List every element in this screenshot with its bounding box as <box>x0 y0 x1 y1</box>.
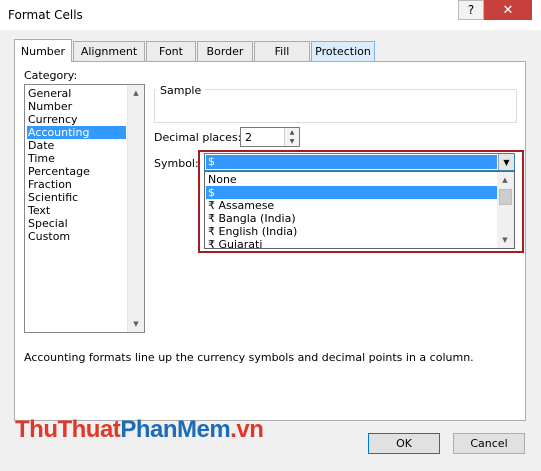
tab-border[interactable]: Border <box>197 41 253 61</box>
category-list[interactable]: General Number Currency Accounting Date … <box>24 84 145 333</box>
category-item-number[interactable]: Number <box>27 100 72 113</box>
scroll-up-icon[interactable]: ▲ <box>128 85 144 101</box>
tab-protection[interactable]: Protection <box>311 41 375 61</box>
tab-font[interactable]: Font <box>146 41 196 61</box>
decimal-places-input[interactable]: 2 ▲ ▼ <box>240 127 300 147</box>
symbol-option-bangla[interactable]: ₹ Bangla (India) <box>206 212 498 225</box>
symbol-label: Symbol: <box>154 157 199 170</box>
cancel-button[interactable]: Cancel <box>453 433 525 454</box>
ok-button[interactable]: OK <box>368 433 440 454</box>
format-description: Accounting formats line up the currency … <box>24 351 474 364</box>
symbol-combobox[interactable]: $ ▼ <box>204 153 515 171</box>
category-item-date[interactable]: Date <box>27 139 54 152</box>
number-panel: Category: General Number Currency Accoun… <box>14 61 526 421</box>
symbol-selected-value: $ <box>206 155 497 169</box>
dialog-body: Number Alignment Font Border Fill Protec… <box>0 30 541 471</box>
category-item-special[interactable]: Special <box>27 217 68 230</box>
spin-up-icon[interactable]: ▲ <box>285 128 299 137</box>
category-label: Category: <box>24 69 78 82</box>
tab-alignment[interactable]: Alignment <box>73 41 145 61</box>
symbol-option-dollar[interactable]: $ <box>206 186 498 199</box>
close-button[interactable]: ✕ <box>484 0 532 20</box>
category-item-accounting[interactable]: Accounting <box>27 126 126 139</box>
category-item-scientific[interactable]: Scientific <box>27 191 78 204</box>
category-item-custom[interactable]: Custom <box>27 230 70 243</box>
category-item-fraction[interactable]: Fraction <box>27 178 72 191</box>
category-item-time[interactable]: Time <box>27 152 55 165</box>
decimal-places-label: Decimal places: <box>154 131 242 144</box>
category-item-percentage[interactable]: Percentage <box>27 165 90 178</box>
scroll-down-icon[interactable]: ▼ <box>497 232 513 248</box>
tab-number[interactable]: Number <box>14 39 72 62</box>
tab-fill[interactable]: Fill <box>254 41 310 61</box>
decimal-spinner: ▲ ▼ <box>284 128 299 146</box>
symbol-option-english-india[interactable]: ₹ English (India) <box>206 225 498 238</box>
category-scrollbar[interactable]: ▲ ▼ <box>127 85 144 332</box>
sample-legend: Sample <box>156 84 206 97</box>
symbol-dropdown-list[interactable]: None $ ₹ Assamese ₹ Bangla (India) ₹ Eng… <box>204 171 515 249</box>
symbol-scrollbar[interactable]: ▲ ▼ <box>497 172 514 248</box>
symbol-option-none[interactable]: None <box>206 173 498 186</box>
help-button[interactable]: ? <box>458 0 484 20</box>
symbol-option-gujarati[interactable]: ₹ Gujarati <box>206 238 498 248</box>
scroll-thumb[interactable] <box>499 189 512 205</box>
window-title: Format Cells <box>8 8 83 22</box>
title-bar: Format Cells ? ✕ <box>0 0 541 30</box>
spin-down-icon[interactable]: ▼ <box>285 137 299 146</box>
sample-box <box>154 89 517 123</box>
scroll-up-icon[interactable]: ▲ <box>497 172 513 188</box>
symbol-option-assamese[interactable]: ₹ Assamese <box>206 199 498 212</box>
watermark-part-2: PhanMem <box>120 416 231 443</box>
category-item-currency[interactable]: Currency <box>27 113 78 126</box>
chevron-down-icon[interactable]: ▼ <box>498 154 514 170</box>
scroll-down-icon[interactable]: ▼ <box>128 316 144 332</box>
watermark-logo: ThuThuatPhanMem.vn <box>15 416 264 444</box>
category-item-general[interactable]: General <box>27 87 71 100</box>
category-item-text[interactable]: Text <box>27 204 50 217</box>
watermark-part-3: .vn <box>230 416 264 443</box>
decimal-places-value: 2 <box>245 131 252 144</box>
watermark-part-1: ThuThuat <box>15 416 121 443</box>
